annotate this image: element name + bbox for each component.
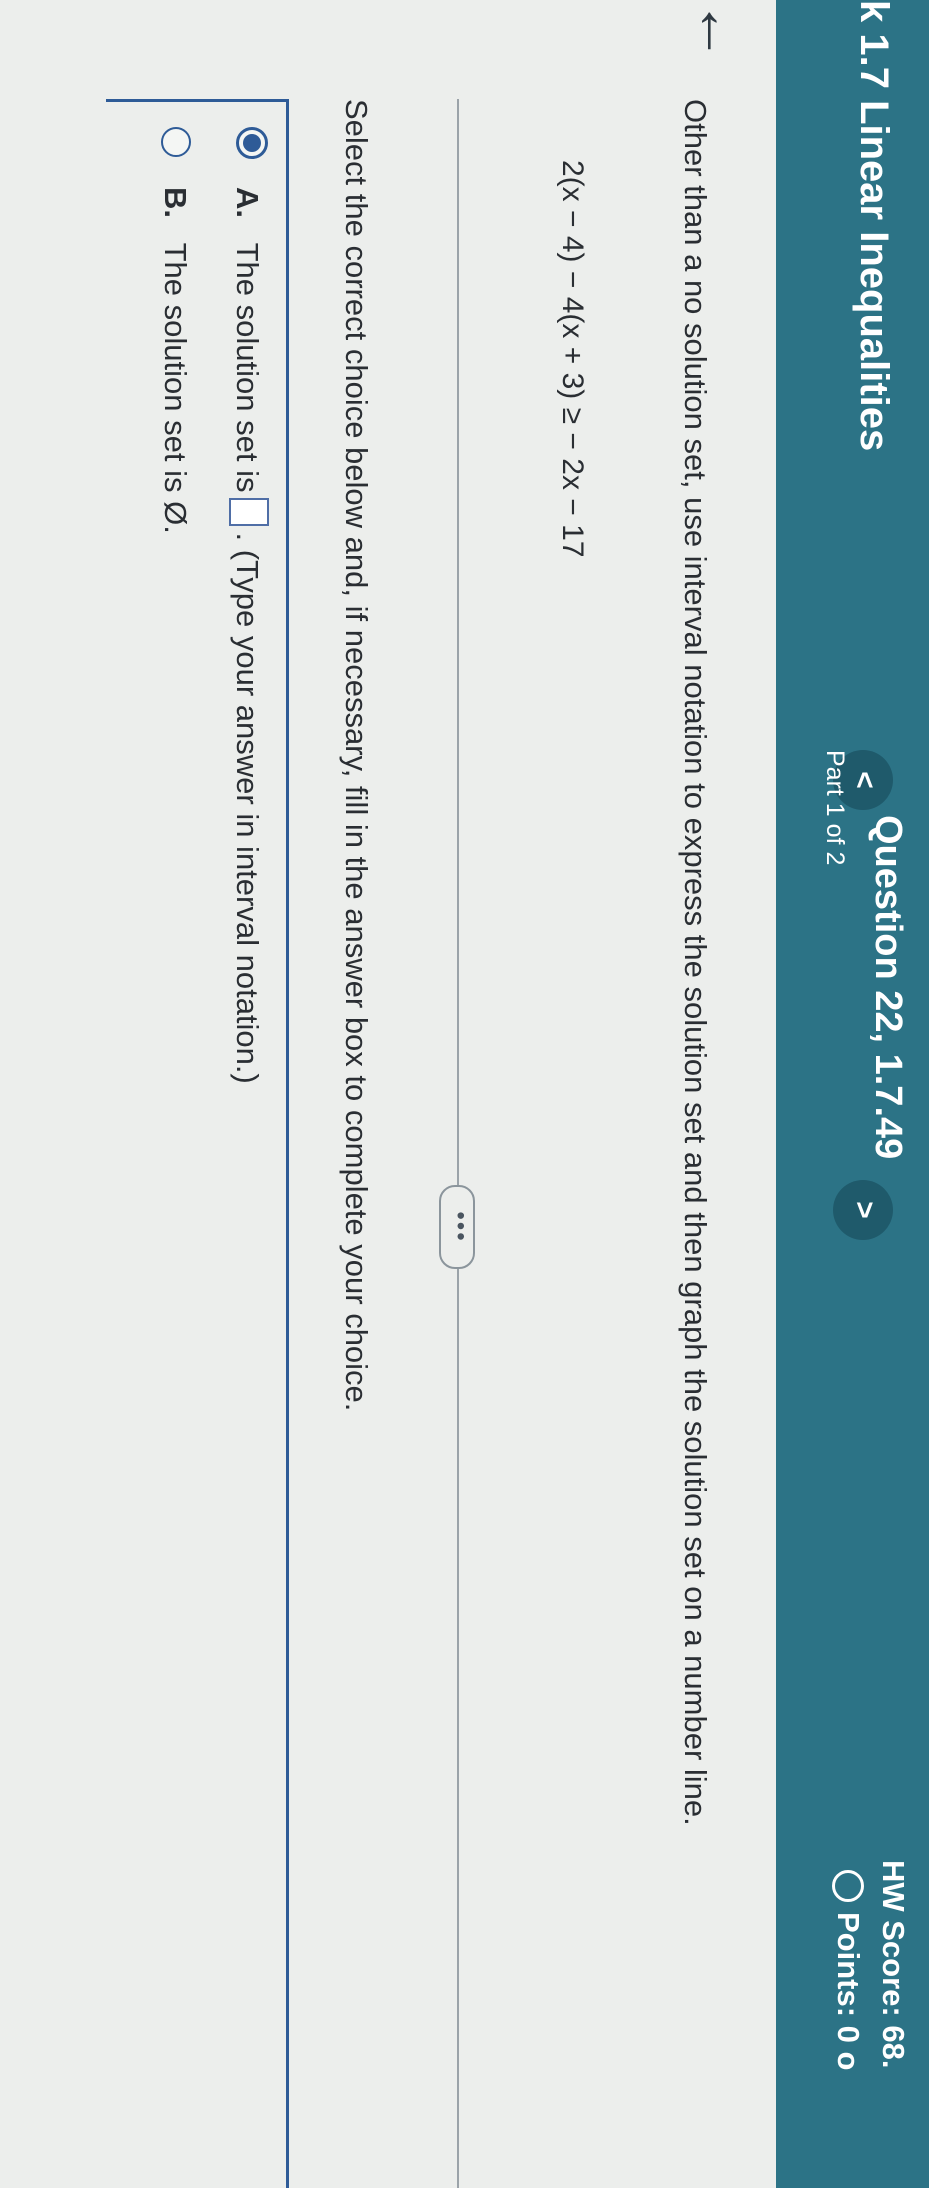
choice-a-text-before: The solution set is bbox=[230, 242, 265, 493]
points-circle-icon bbox=[832, 1870, 864, 1902]
points-label: Points: 0 o bbox=[831, 1912, 866, 2071]
question-part: Part 1 of 2 bbox=[821, 750, 849, 866]
course-title: k 1.7 Linear Inequalities bbox=[852, 0, 896, 452]
points-status: Points: 0 o bbox=[830, 1870, 866, 2070]
choices-container: A. The solution set is . (Type your answe… bbox=[106, 99, 289, 2188]
question-title: Question 22, 1.7.49 bbox=[867, 815, 909, 1160]
page-stage: k 1.7 Linear Inequalities < Question 22,… bbox=[0, 0, 929, 2188]
select-choice-prompt: Select the correct choice below and, if … bbox=[339, 99, 374, 1412]
choice-b-letter: B. bbox=[158, 187, 193, 218]
choice-b[interactable]: B. The solution set is Ø. bbox=[157, 187, 193, 534]
choice-b-radio[interactable] bbox=[161, 127, 191, 157]
hw-score: HW Score: 68. bbox=[876, 1860, 911, 2069]
choice-a-radio[interactable] bbox=[236, 127, 268, 159]
choice-a-letter: A. bbox=[230, 187, 265, 218]
more-options-button[interactable]: ••• bbox=[439, 1185, 475, 1269]
choice-a-text-after: . (Type your answer in interval notation… bbox=[230, 532, 265, 1084]
choice-a[interactable]: A. The solution set is . (Type your answe… bbox=[229, 187, 269, 1084]
assignment-header: k 1.7 Linear Inequalities < Question 22,… bbox=[776, 0, 929, 2188]
back-arrow-icon[interactable]: ← bbox=[684, 0, 754, 70]
inequality-expression: 2(x − 4) − 4(x + 3) ≥ − 2x − 17 bbox=[556, 160, 589, 558]
interval-answer-input[interactable] bbox=[229, 498, 269, 527]
choice-b-text: The solution set is Ø. bbox=[158, 242, 193, 534]
question-instruction: Other than a no solution set, use interv… bbox=[678, 99, 713, 1826]
section-divider bbox=[457, 99, 459, 2188]
next-question-button[interactable]: > bbox=[833, 1180, 893, 1240]
